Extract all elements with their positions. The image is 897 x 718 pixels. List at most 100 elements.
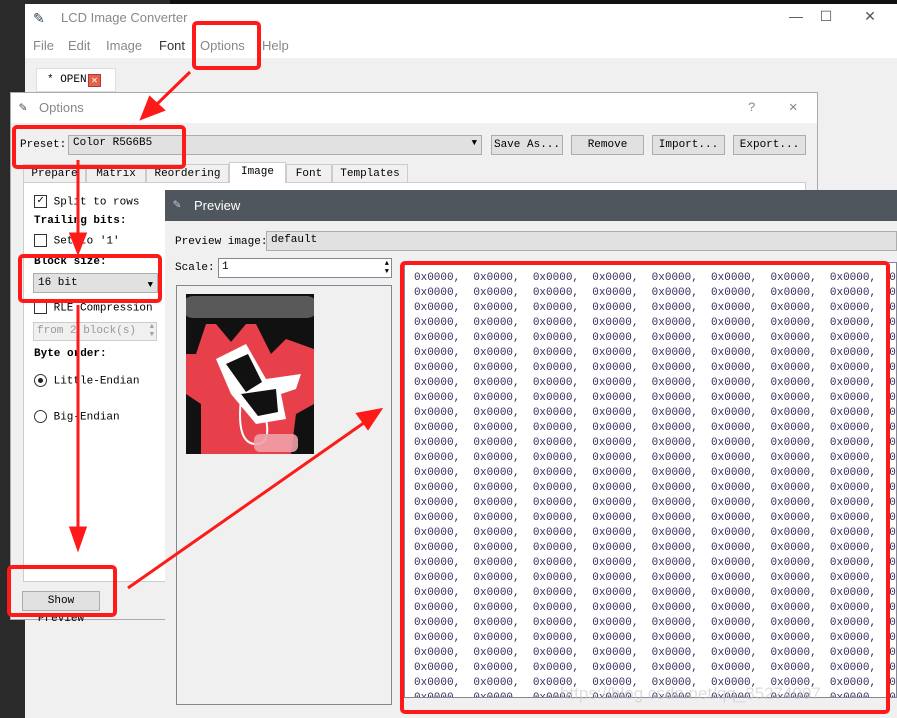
code-line: 0x0000, 0x0000, 0x0000, 0x0000, 0x0000, … [414, 512, 897, 524]
document-tab[interactable]: * OPEN ✕ [36, 68, 116, 92]
maximize-button[interactable]: ☐ [811, 8, 841, 30]
set-to-1-label: Set to '1' [53, 235, 120, 248]
code-line: 0x0000, 0x0000, 0x0000, 0x0000, 0x0000, … [414, 467, 897, 479]
preset-label: Preset: [20, 139, 67, 151]
code-line: 0x0000, 0x0000, 0x0000, 0x0000, 0x0000, … [414, 452, 897, 464]
code-line: 0x0000, 0x0000, 0x0000, 0x0000, 0x0000, … [414, 407, 897, 419]
code-line: 0x0000, 0x0000, 0x0000, 0x0000, 0x0000, … [414, 497, 897, 509]
spin-arrows-icon[interactable]: ▲ ▼ [385, 260, 389, 276]
close-button[interactable]: ✕ [855, 8, 885, 30]
code-line: 0x0000, 0x0000, 0x0000, 0x0000, 0x0000, … [414, 332, 897, 344]
code-line: 0x0000, 0x0000, 0x0000, 0x0000, 0x0000, … [414, 662, 897, 674]
scale-spinbox[interactable]: 1 ▲ ▼ [218, 258, 392, 278]
menu-bar: File Edit Image Font Options Help [25, 34, 897, 58]
rle-from-value: from 2 block(s) [37, 325, 137, 337]
save-as-button[interactable]: Save As... [491, 135, 563, 155]
main-title-bar: ✎ LCD Image Converter — ☐ ✕ [25, 4, 897, 34]
code-line: 0x0000, 0x0000, 0x0000, 0x0000, 0x0000, … [414, 287, 897, 299]
minimize-button[interactable]: — [781, 8, 811, 30]
export-button[interactable]: Export... [733, 135, 806, 155]
radio-icon [34, 410, 47, 423]
trailing-bits-heading: Trailing bits: [34, 215, 127, 227]
spin-arrows-icon[interactable]: ▲ ▼ [150, 323, 154, 339]
set-to-1-checkbox[interactable]: Set to '1' [34, 234, 120, 247]
code-line: 0x0000, 0x0000, 0x0000, 0x0000, 0x0000, … [414, 617, 897, 629]
dialog-close-button[interactable]: ✕ [789, 99, 797, 116]
block-size-dropdown[interactable]: 16 bit ▼ [33, 273, 158, 293]
checkbox-checked-icon: ✓ [34, 195, 47, 208]
remove-button[interactable]: Remove [571, 135, 644, 155]
preset-value: Color R5G6B5 [73, 137, 153, 149]
code-line: 0x0000, 0x0000, 0x0000, 0x0000, 0x0000, … [414, 317, 897, 329]
chevron-down-icon: ▼ [471, 138, 477, 148]
preset-dropdown[interactable]: Color R5G6B5 ▼ [68, 135, 482, 155]
block-size-heading: Block size: [34, 256, 107, 268]
preview-image-label: Preview image: [175, 236, 268, 248]
tab-font[interactable]: Font [286, 164, 332, 183]
code-line: 0x0000, 0x0000, 0x0000, 0x0000, 0x0000, … [414, 527, 897, 539]
document-tab-label: * OPEN [47, 74, 87, 86]
preview-image-dropdown[interactable]: default [266, 231, 897, 251]
app-icon: ✎ [33, 10, 45, 26]
show-preview-button[interactable]: Show Preview [22, 591, 100, 625]
tab-image[interactable]: Image [229, 162, 286, 183]
code-line: 0x0000, 0x0000, 0x0000, 0x0000, 0x0000, … [414, 302, 897, 314]
preview-image-panel [176, 285, 392, 705]
tab-templates[interactable]: Templates [332, 164, 408, 183]
options-title-bar: ✎ Options ? ✕ [11, 93, 817, 123]
import-button[interactable]: Import... [652, 135, 725, 155]
code-output[interactable]: 0x0000, 0x0000, 0x0000, 0x0000, 0x0000, … [404, 262, 897, 698]
code-line: 0x0000, 0x0000, 0x0000, 0x0000, 0x0000, … [414, 557, 897, 569]
code-line: 0x0000, 0x0000, 0x0000, 0x0000, 0x0000, … [414, 482, 897, 494]
block-size-value: 16 bit [38, 277, 78, 289]
code-line: 0x0000, 0x0000, 0x0000, 0x0000, 0x0000, … [414, 647, 897, 659]
tab-matrix[interactable]: Matrix [86, 164, 146, 183]
rle-checkbox[interactable]: RLE Compression [34, 301, 153, 314]
menu-file[interactable]: File [33, 38, 54, 53]
code-line: 0x0000, 0x0000, 0x0000, 0x0000, 0x0000, … [414, 377, 897, 389]
menu-edit[interactable]: Edit [68, 38, 90, 53]
little-endian-label: Little-Endian [53, 375, 140, 388]
preview-image [186, 294, 314, 454]
split-rows-checkbox[interactable]: ✓ Split to rows [34, 195, 139, 208]
rle-from-spinbox[interactable]: from 2 block(s) ▲ ▼ [33, 322, 157, 341]
split-rows-label: Split to rows [53, 196, 140, 209]
code-line: 0x0000, 0x0000, 0x0000, 0x0000, 0x0000, … [414, 542, 897, 554]
tab-prepare[interactable]: Prepare [23, 164, 86, 183]
code-line: 0x0000, 0x0000, 0x0000, 0x0000, 0x0000, … [414, 437, 897, 449]
menu-image[interactable]: Image [106, 38, 142, 53]
code-line: 0x0000, 0x0000, 0x0000, 0x0000, 0x0000, … [414, 602, 897, 614]
app-icon: ✎ [173, 197, 181, 212]
checkbox-icon [34, 301, 47, 314]
app-title: LCD Image Converter [61, 10, 188, 25]
byte-order-heading: Byte order: [34, 348, 107, 360]
checkbox-icon [34, 234, 47, 247]
menu-help[interactable]: Help [262, 38, 289, 53]
scale-value: 1 [222, 261, 229, 273]
big-endian-radio[interactable]: Big-Endian [34, 410, 120, 423]
code-line: 0x0000, 0x0000, 0x0000, 0x0000, 0x0000, … [414, 572, 897, 584]
preview-window: ✎ Preview Preview image: default Scale: … [165, 190, 897, 718]
code-line: 0x0000, 0x0000, 0x0000, 0x0000, 0x0000, … [414, 422, 897, 434]
code-line: 0x0000, 0x0000, 0x0000, 0x0000, 0x0000, … [414, 587, 897, 599]
big-endian-label: Big-Endian [53, 411, 120, 424]
code-line: 0x0000, 0x0000, 0x0000, 0x0000, 0x0000, … [414, 392, 897, 404]
code-line: 0x0000, 0x0000, 0x0000, 0x0000, 0x0000, … [414, 347, 897, 359]
scale-label: Scale: [175, 262, 215, 274]
options-title: Options [39, 100, 84, 115]
menu-font[interactable]: Font [159, 38, 185, 53]
preview-title-bar: ✎ Preview [165, 190, 897, 221]
tab-reordering[interactable]: Reordering [146, 164, 229, 183]
help-button[interactable]: ? [748, 100, 756, 115]
watermark: https://blog.csdn.net/qq_35274097 [560, 684, 821, 703]
code-line: 0x0000, 0x0000, 0x0000, 0x0000, 0x0000, … [414, 272, 897, 284]
code-line: 0x0000, 0x0000, 0x0000, 0x0000, 0x0000, … [414, 632, 897, 644]
code-line: 0x0000, 0x0000, 0x0000, 0x0000, 0x0000, … [414, 362, 897, 374]
preview-title: Preview [194, 198, 241, 213]
radio-selected-icon [34, 374, 47, 387]
little-endian-radio[interactable]: Little-Endian [34, 374, 139, 387]
app-icon: ✎ [19, 100, 27, 115]
chevron-down-icon: ▼ [147, 280, 153, 290]
menu-options[interactable]: Options [200, 38, 245, 53]
close-tab-icon[interactable]: ✕ [88, 74, 101, 87]
